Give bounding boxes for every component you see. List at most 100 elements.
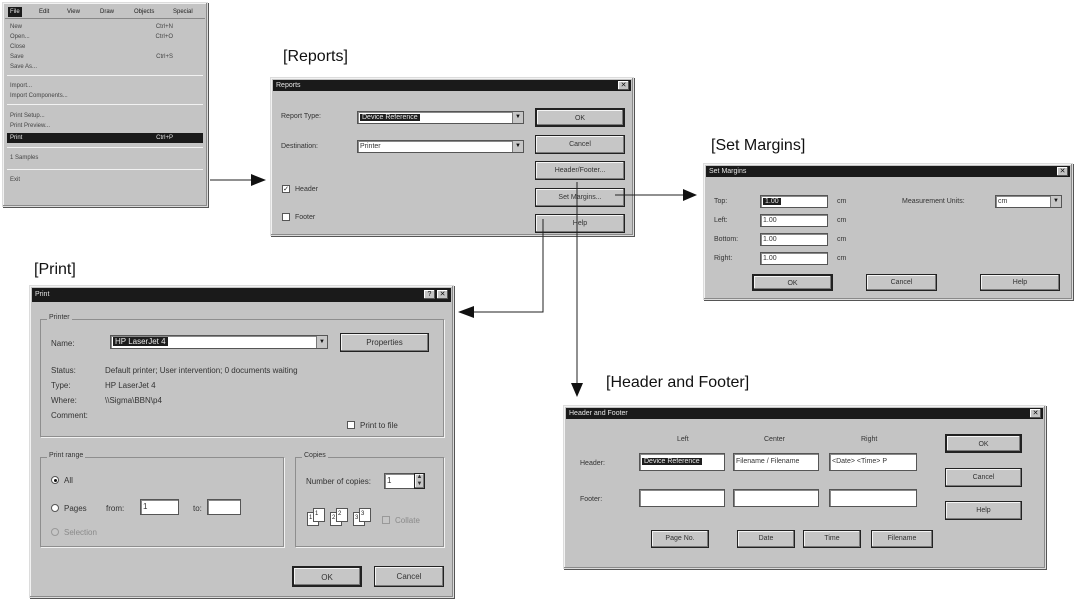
report-type-select[interactable]: Device Reference ▼ bbox=[357, 111, 524, 124]
comment-label: Comment: bbox=[51, 411, 88, 420]
bottom-margin-value: 1.00 bbox=[763, 236, 777, 243]
footer-left-input[interactable] bbox=[639, 489, 725, 507]
filename-button[interactable]: Filename bbox=[871, 530, 933, 548]
menu-item-recent-file[interactable]: 1 Samples bbox=[7, 153, 203, 163]
menu-item-print-setup[interactable]: Print Setup... bbox=[7, 111, 203, 121]
type-value: HP LaserJet 4 bbox=[105, 381, 156, 390]
ok-button[interactable]: OK bbox=[945, 434, 1022, 453]
right-column-label: Right bbox=[861, 436, 878, 443]
print-titlebar: Print ? ✕ bbox=[32, 288, 451, 302]
to-input[interactable] bbox=[207, 499, 241, 515]
left-margin-input[interactable]: 1.00 bbox=[760, 214, 828, 227]
to-label: to: bbox=[193, 504, 202, 513]
menu-view[interactable]: View bbox=[67, 7, 80, 17]
report-type-value: Device Reference bbox=[360, 114, 420, 121]
cancel-button[interactable]: Cancel bbox=[945, 468, 1022, 487]
unit-label: cm bbox=[837, 236, 847, 243]
header-checkbox[interactable]: ✓ bbox=[282, 185, 290, 193]
close-icon[interactable]: ✕ bbox=[437, 290, 448, 299]
left-column-label: Left bbox=[677, 436, 689, 443]
chevron-down-icon[interactable]: ▼ bbox=[316, 336, 327, 348]
unit-label: cm bbox=[837, 255, 847, 262]
time-button[interactable]: Time bbox=[803, 530, 861, 548]
menu-special[interactable]: Special bbox=[173, 7, 193, 17]
left-label: Left: bbox=[714, 217, 728, 224]
chevron-down-icon[interactable]: ▼ bbox=[512, 141, 523, 152]
cancel-button[interactable]: Cancel bbox=[374, 566, 444, 587]
menu-item-save[interactable]: Save Ctrl+S bbox=[7, 52, 203, 62]
menu-item-exit[interactable]: Exit bbox=[7, 175, 203, 185]
ok-button[interactable]: OK bbox=[535, 108, 625, 127]
top-label: Top: bbox=[714, 198, 728, 205]
bottom-margin-input[interactable]: 1.00 bbox=[760, 233, 828, 246]
footer-checkbox[interactable] bbox=[282, 213, 290, 221]
menu-item-new[interactable]: New Ctrl+N bbox=[7, 22, 203, 32]
print-to-file-checkbox[interactable] bbox=[347, 421, 355, 429]
selection-radio-label: Selection bbox=[64, 528, 97, 537]
menu-draw[interactable]: Draw bbox=[100, 7, 114, 17]
close-icon[interactable]: ✕ bbox=[1057, 167, 1068, 176]
all-radio[interactable] bbox=[51, 476, 59, 484]
help-button[interactable]: Help bbox=[535, 214, 625, 233]
footer-right-input[interactable] bbox=[829, 489, 917, 507]
set-margins-button[interactable]: Set Margins... bbox=[535, 188, 625, 207]
close-icon[interactable]: ✕ bbox=[1030, 409, 1041, 418]
right-margin-value: 1.00 bbox=[763, 255, 777, 262]
menu-separator bbox=[7, 147, 203, 148]
page-number-button[interactable]: Page No. bbox=[651, 530, 709, 548]
date-button[interactable]: Date bbox=[737, 530, 795, 548]
right-margin-input[interactable]: 1.00 bbox=[760, 252, 828, 265]
pages-radio[interactable] bbox=[51, 504, 59, 512]
properties-button[interactable]: Properties bbox=[340, 333, 429, 352]
destination-select[interactable]: Printer ▼ bbox=[357, 140, 524, 153]
menu-edit[interactable]: Edit bbox=[39, 7, 49, 17]
menu-separator bbox=[7, 104, 203, 105]
close-icon[interactable]: ✕ bbox=[618, 81, 629, 90]
menu-item-label: Print bbox=[10, 135, 23, 141]
menu-item-import-components[interactable]: Import Components... bbox=[7, 91, 203, 101]
destination-value: Printer bbox=[360, 143, 381, 150]
top-margin-input[interactable]: 1.00 bbox=[760, 195, 828, 208]
header-center-input[interactable]: Filename / Filename bbox=[733, 453, 819, 471]
copies-group: Copies bbox=[295, 452, 444, 547]
printer-name-select[interactable]: HP LaserJet 4 ▼ bbox=[110, 335, 328, 349]
menu-item-print-preview[interactable]: Print Preview... bbox=[7, 121, 203, 131]
ok-button[interactable]: OK bbox=[292, 566, 362, 587]
footer-center-input[interactable] bbox=[733, 489, 819, 507]
from-label: from: bbox=[106, 504, 125, 513]
type-label: Type: bbox=[51, 381, 71, 390]
header-left-input[interactable]: Device Reference bbox=[639, 453, 725, 471]
menu-item-save-as[interactable]: Save As... bbox=[7, 62, 203, 72]
menu-item-label: Print Setup... bbox=[10, 113, 45, 119]
menu-objects[interactable]: Objects bbox=[134, 7, 154, 17]
cancel-button[interactable]: Cancel bbox=[866, 274, 937, 291]
copies-spinner[interactable]: ▲ ▼ bbox=[414, 473, 425, 489]
measurement-units-select[interactable]: cm ▼ bbox=[995, 195, 1062, 208]
help-button[interactable]: Help bbox=[945, 501, 1022, 520]
selection-radio[interactable] bbox=[51, 528, 59, 536]
top-margin-value: 1.00 bbox=[763, 198, 781, 205]
help-icon[interactable]: ? bbox=[424, 290, 435, 299]
printer-name-value: HP LaserJet 4 bbox=[113, 337, 168, 346]
menu-item-import[interactable]: Import... bbox=[7, 81, 203, 91]
menu-shortcut: Ctrl+N bbox=[155, 24, 173, 30]
reports-titlebar: Reports ✕ bbox=[273, 80, 631, 91]
menu-item-label: Import... bbox=[10, 83, 33, 89]
menu-file[interactable]: File bbox=[8, 7, 22, 17]
header-footer-button[interactable]: Header/Footer... bbox=[535, 161, 625, 180]
menu-item-label: 1 Samples bbox=[10, 155, 39, 161]
chevron-down-icon[interactable]: ▼ bbox=[512, 112, 523, 123]
menu-item-print[interactable]: Print Ctrl+P bbox=[7, 133, 203, 143]
help-button[interactable]: Help bbox=[980, 274, 1060, 291]
chevron-down-icon[interactable]: ▼ bbox=[1050, 196, 1061, 207]
set-margins-dialog: Set Margins ✕ Top: 1.00 cm Left: 1.00 cm… bbox=[703, 163, 1073, 300]
from-input[interactable]: 1 bbox=[140, 499, 179, 515]
menu-item-close[interactable]: Close bbox=[7, 42, 203, 52]
header-right-input[interactable]: <Date> <Time> P bbox=[829, 453, 917, 471]
ok-button[interactable]: OK bbox=[752, 274, 833, 291]
pages-radio-label: Pages bbox=[64, 504, 87, 513]
reports-dialog: Reports ✕ Report Type: Device Reference … bbox=[270, 77, 634, 236]
menu-item-open[interactable]: Open... Ctrl+O bbox=[7, 32, 203, 42]
collate-checkbox[interactable] bbox=[382, 516, 390, 524]
cancel-button[interactable]: Cancel bbox=[535, 135, 625, 154]
